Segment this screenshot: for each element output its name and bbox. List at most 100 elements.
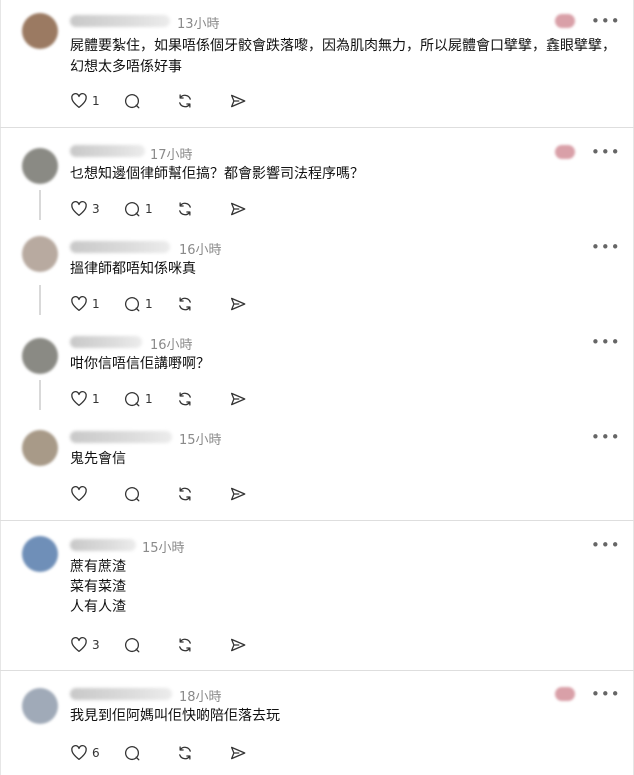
repost-button[interactable] bbox=[176, 91, 229, 111]
more-options-icon[interactable]: ••• bbox=[591, 238, 621, 256]
comment-button[interactable] bbox=[123, 91, 176, 111]
share-button[interactable] bbox=[229, 484, 282, 504]
repost-button[interactable] bbox=[176, 389, 229, 409]
send-icon bbox=[230, 202, 246, 216]
post-time: 16小時 bbox=[179, 243, 222, 258]
username-blurred[interactable] bbox=[70, 539, 136, 551]
heart-icon bbox=[71, 637, 87, 653]
post-actions bbox=[70, 484, 282, 504]
repost-icon bbox=[179, 392, 191, 406]
send-icon bbox=[230, 297, 246, 311]
reply-count: 1 bbox=[145, 297, 153, 311]
avatar[interactable] bbox=[22, 536, 58, 572]
reply-post: 16小時 ••• 咁你信唔信佢講嘢啊？ 1 1 bbox=[0, 317, 634, 412]
post-time: 15小時 bbox=[179, 433, 222, 448]
post-actions: 1 1 bbox=[70, 294, 282, 314]
comment-icon bbox=[124, 94, 140, 109]
post-actions: 3 bbox=[70, 635, 282, 655]
repost-icon bbox=[179, 297, 191, 311]
like-button[interactable]: 1 bbox=[70, 91, 123, 111]
send-icon bbox=[230, 746, 246, 760]
comment-button[interactable]: 1 bbox=[123, 294, 176, 314]
thread-line bbox=[39, 190, 41, 220]
reply-count: 1 bbox=[145, 392, 153, 406]
comment-icon bbox=[124, 746, 140, 761]
post-time: 18小時 bbox=[179, 690, 222, 705]
repost-button[interactable] bbox=[176, 743, 229, 763]
heart-icon bbox=[71, 296, 87, 312]
repost-button[interactable] bbox=[176, 484, 229, 504]
reply-count: 1 bbox=[145, 202, 153, 216]
share-button[interactable] bbox=[229, 91, 282, 111]
share-button[interactable] bbox=[229, 389, 282, 409]
post-text: 乜想知邊個律師幫佢搞？都會影響司法程序嗎？ bbox=[70, 166, 364, 182]
flag-badge bbox=[555, 145, 575, 159]
comment-icon bbox=[124, 297, 140, 312]
share-button[interactable] bbox=[229, 635, 282, 655]
more-options-icon[interactable]: ••• bbox=[591, 333, 621, 351]
avatar[interactable] bbox=[22, 688, 58, 724]
post-text: 蔗有蔗渣 菜有菜渣 人有人渣 bbox=[70, 559, 126, 615]
like-button[interactable]: 3 bbox=[70, 199, 123, 219]
avatar[interactable] bbox=[22, 13, 58, 49]
repost-button[interactable] bbox=[176, 635, 229, 655]
like-button[interactable]: 1 bbox=[70, 294, 123, 314]
send-icon bbox=[230, 487, 246, 501]
like-button[interactable]: 6 bbox=[70, 743, 123, 763]
heart-icon bbox=[71, 201, 87, 217]
reply-post: 15小時 ••• 鬼先會信 bbox=[0, 412, 634, 520]
avatar[interactable] bbox=[22, 236, 58, 272]
repost-button[interactable] bbox=[176, 199, 229, 219]
comment-button[interactable] bbox=[123, 743, 176, 763]
post-time: 17小時 bbox=[150, 148, 193, 163]
post-actions: 1 1 bbox=[70, 389, 282, 409]
repost-button[interactable] bbox=[176, 294, 229, 314]
post-time: 16小時 bbox=[150, 338, 193, 353]
username-blurred[interactable] bbox=[70, 688, 172, 700]
share-button[interactable] bbox=[229, 294, 282, 314]
heart-icon bbox=[71, 391, 87, 407]
share-button[interactable] bbox=[229, 743, 282, 763]
repost-icon bbox=[179, 638, 191, 652]
reply-post: 17小時 ••• 乜想知邊個律師幫佢搞？都會影響司法程序嗎？ 3 1 bbox=[0, 127, 634, 222]
like-count: 1 bbox=[92, 392, 100, 406]
username-blurred[interactable] bbox=[70, 336, 142, 348]
repost-icon bbox=[179, 94, 191, 108]
post-time: 15小時 bbox=[142, 541, 185, 556]
send-icon bbox=[230, 94, 246, 108]
reply-post: 15小時 ••• 蔗有蔗渣 菜有菜渣 人有人渣 3 bbox=[0, 520, 634, 670]
reply-post: 13小時 ••• 屍體要紮住，如果唔係個牙骹會跌落嚟，因為肌肉無力，所以屍體會口… bbox=[0, 0, 634, 127]
more-options-icon[interactable]: ••• bbox=[591, 685, 621, 703]
more-options-icon[interactable]: ••• bbox=[591, 536, 621, 554]
repost-icon bbox=[179, 746, 191, 760]
comment-button[interactable] bbox=[123, 484, 176, 504]
flag-badge bbox=[555, 14, 575, 28]
avatar[interactable] bbox=[22, 338, 58, 374]
comment-button[interactable]: 1 bbox=[123, 389, 176, 409]
username-blurred[interactable] bbox=[70, 241, 170, 253]
repost-icon bbox=[179, 202, 191, 216]
comment-icon bbox=[124, 392, 140, 407]
post-time: 13小時 bbox=[177, 17, 220, 32]
send-icon bbox=[230, 392, 246, 406]
more-options-icon[interactable]: ••• bbox=[591, 428, 621, 446]
like-count: 6 bbox=[92, 746, 100, 760]
more-options-icon[interactable]: ••• bbox=[591, 12, 621, 30]
like-button[interactable]: 1 bbox=[70, 389, 123, 409]
more-options-icon[interactable]: ••• bbox=[591, 143, 621, 161]
heart-icon bbox=[71, 745, 87, 761]
avatar[interactable] bbox=[22, 430, 58, 466]
like-button[interactable] bbox=[70, 484, 123, 504]
comment-button[interactable]: 1 bbox=[123, 199, 176, 219]
thread-line bbox=[39, 380, 41, 410]
username-blurred[interactable] bbox=[70, 431, 172, 443]
thread-line bbox=[39, 285, 41, 315]
share-button[interactable] bbox=[229, 199, 282, 219]
username-blurred[interactable] bbox=[70, 145, 145, 157]
like-button[interactable]: 3 bbox=[70, 635, 123, 655]
comment-button[interactable] bbox=[123, 635, 176, 655]
username-blurred[interactable] bbox=[70, 15, 170, 27]
avatar[interactable] bbox=[22, 148, 58, 184]
post-actions: 1 bbox=[70, 91, 282, 111]
like-count: 1 bbox=[92, 94, 100, 108]
